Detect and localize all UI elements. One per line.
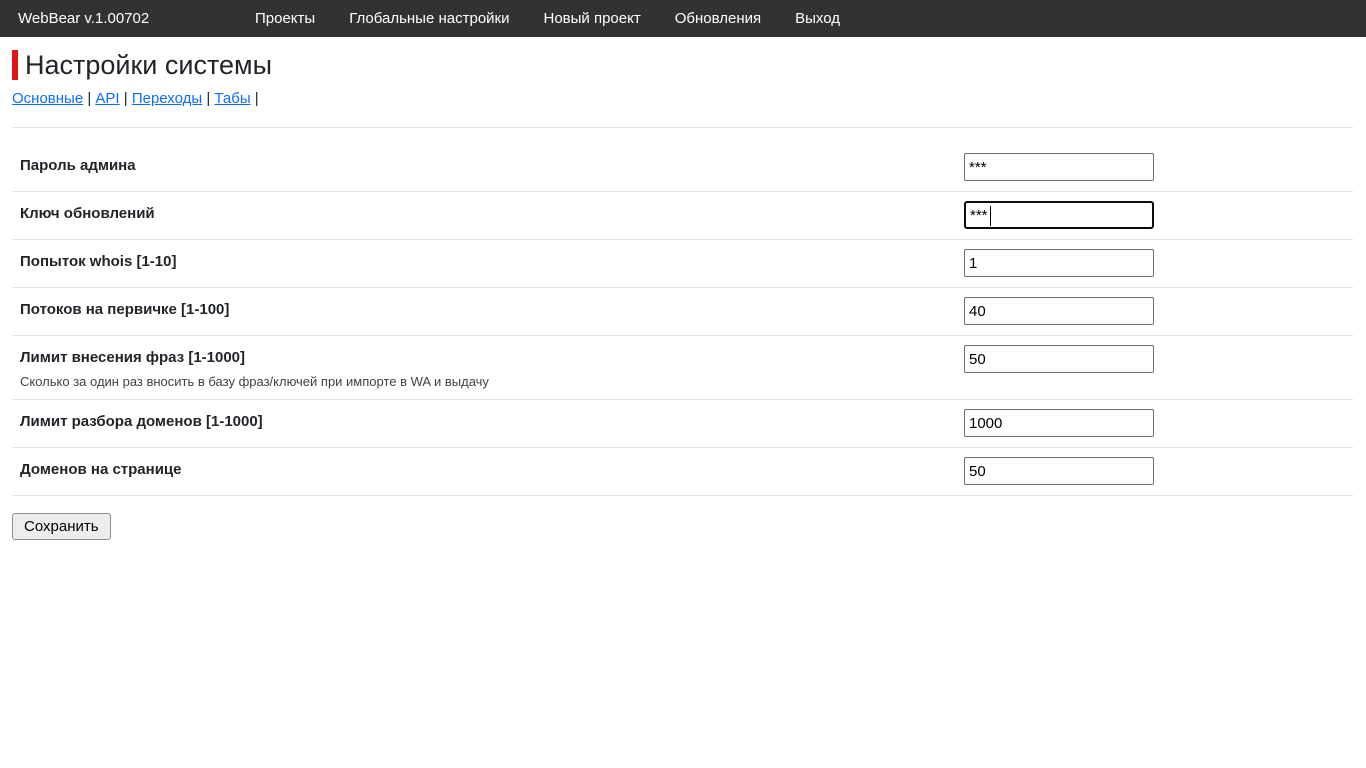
row-hint: Сколько за один раз вносить в базу фраз/… — [20, 374, 964, 389]
tab-item-wrap: API | — [95, 90, 131, 107]
input-cell — [964, 249, 1353, 277]
tab-separator: | — [251, 90, 263, 107]
row-label: Пароль админа — [20, 156, 964, 176]
form-row: Лимит внесения фраз [1-1000] Сколько за … — [12, 336, 1353, 400]
nav-item[interactable]: Глобальные настройки — [349, 10, 509, 27]
input-cell — [964, 457, 1353, 485]
input-cell — [964, 201, 1353, 229]
row-input[interactable] — [964, 345, 1154, 373]
input-wrap — [964, 297, 1154, 325]
input-cell — [964, 153, 1353, 181]
nav-item[interactable]: Проекты — [255, 10, 315, 27]
nav-item[interactable]: Новый проект — [543, 10, 640, 27]
tab-link[interactable]: API — [95, 90, 119, 107]
input-wrap — [964, 345, 1154, 373]
form-row: Попыток whois [1-10] — [12, 240, 1353, 288]
tab-link[interactable]: Основные — [12, 90, 83, 107]
row-input[interactable] — [964, 249, 1154, 277]
label-cell: Попыток whois [1-10] — [20, 249, 964, 272]
row-input[interactable] — [964, 153, 1154, 181]
form-row: Доменов на странице — [12, 448, 1353, 496]
nav-item[interactable]: Выход — [795, 10, 840, 27]
form-row: Пароль админа — [12, 128, 1353, 192]
input-cell — [964, 297, 1353, 325]
tab-item-wrap: Табы | — [214, 90, 262, 107]
row-label: Попыток whois [1-10] — [20, 252, 964, 272]
tab-item-wrap: Переходы | — [132, 90, 215, 107]
label-cell: Ключ обновлений — [20, 201, 964, 224]
nav-menu: Проекты Глобальные настройки Новый проект О… — [255, 10, 840, 27]
input-wrap — [964, 201, 1154, 229]
input-wrap — [964, 249, 1154, 277]
top-navbar: WebBear v.1.00702 Проекты Глобальные наст… — [0, 0, 1366, 37]
row-label: Потоков на первичке [1-100] — [20, 300, 964, 320]
tab-separator: | — [202, 90, 214, 107]
form-row: Ключ обновлений — [12, 192, 1353, 240]
save-button[interactable]: Сохранить — [12, 513, 111, 540]
label-cell: Пароль админа — [20, 153, 964, 176]
settings-form: Пароль админа Ключ обновлений Попыток wh… — [12, 127, 1353, 496]
row-input[interactable] — [964, 457, 1154, 485]
settings-tabs: Основные | API | Переходы | Табы | — [12, 89, 1353, 109]
page-title: Настройки системы — [25, 49, 272, 81]
text-caret — [990, 206, 991, 226]
input-wrap — [964, 153, 1154, 181]
accent-bar — [12, 50, 18, 80]
label-cell: Доменов на странице — [20, 457, 964, 480]
nav-item[interactable]: Обновления — [675, 10, 761, 27]
label-cell: Потоков на первичке [1-100] — [20, 297, 964, 320]
form-row: Потоков на первичке [1-100] — [12, 288, 1353, 336]
input-cell — [964, 345, 1353, 373]
tab-item-wrap: Основные | — [12, 90, 95, 107]
row-input[interactable] — [964, 201, 1154, 229]
tab-separator: | — [120, 90, 132, 107]
form-row: Лимит разбора доменов [1-1000] — [12, 400, 1353, 448]
input-cell — [964, 409, 1353, 437]
tab-link[interactable]: Табы — [214, 90, 250, 107]
page-header: Настройки системы — [12, 48, 1353, 82]
row-label: Ключ обновлений — [20, 204, 964, 224]
label-cell: Лимит внесения фраз [1-1000] Сколько за … — [20, 345, 964, 389]
input-wrap — [964, 457, 1154, 485]
tab-separator: | — [83, 90, 95, 107]
row-input[interactable] — [964, 297, 1154, 325]
row-label: Лимит разбора доменов [1-1000] — [20, 412, 964, 432]
row-label: Лимит внесения фраз [1-1000] — [20, 348, 964, 368]
tab-link[interactable]: Переходы — [132, 90, 202, 107]
row-input[interactable] — [964, 409, 1154, 437]
brand-logo[interactable]: WebBear v.1.00702 — [18, 10, 255, 27]
input-wrap — [964, 409, 1154, 437]
main-content: Настройки системы Основные | API | Перех… — [12, 48, 1353, 496]
row-label: Доменов на странице — [20, 460, 964, 480]
label-cell: Лимит разбора доменов [1-1000] — [20, 409, 964, 432]
